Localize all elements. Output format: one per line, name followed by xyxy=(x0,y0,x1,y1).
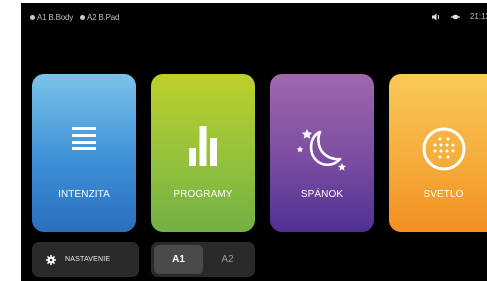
link-icon xyxy=(450,14,460,20)
bar-chart-icon xyxy=(151,126,255,166)
speaker-icon[interactable] xyxy=(431,13,441,21)
gear-icon xyxy=(46,254,56,265)
connected-dot-icon xyxy=(80,15,86,20)
settings-label: NASTAVENIE xyxy=(65,256,111,263)
tile-svetlo[interactable]: SVETLO xyxy=(389,74,487,232)
selector-option-a2[interactable]: A2 xyxy=(203,245,252,274)
tile-label: SPÁNOK xyxy=(300,189,344,200)
device-indicator-a1[interactable]: A1 B.Body xyxy=(30,13,73,22)
tile-label: PROGRAMY xyxy=(173,189,233,200)
list-lines-icon xyxy=(32,126,136,150)
settings-button[interactable]: NASTAVENIE xyxy=(32,242,139,277)
tile-label: SVETLO xyxy=(423,189,464,200)
moon-stars-icon xyxy=(270,126,374,174)
clock-time: 21:13 xyxy=(469,12,487,21)
device-label: A1 B.Body xyxy=(37,13,74,22)
light-dots-icon xyxy=(389,126,487,172)
selector-option-a1[interactable]: A1 xyxy=(154,245,203,274)
device-label: A2 B.Pad xyxy=(87,13,120,22)
app-screen: A1 B.Body A2 B.Pad 21:13 xyxy=(21,3,487,281)
status-icons: 21:13 xyxy=(431,12,487,21)
tile-label: INTENZITA xyxy=(58,189,110,200)
tile-intenzita[interactable]: INTENZITA xyxy=(32,74,136,232)
tile-programy[interactable]: PROGRAMY xyxy=(151,74,255,232)
connected-dot-icon xyxy=(30,15,35,20)
device-list: A1 B.Body A2 B.Pad xyxy=(30,13,126,22)
tile-spanok[interactable]: SPÁNOK xyxy=(270,74,374,232)
device-selector: A1 A2 xyxy=(151,242,255,277)
device-indicator-a2[interactable]: A2 B.Pad xyxy=(80,13,119,22)
status-bar: A1 B.Body A2 B.Pad 21:13 xyxy=(21,3,487,35)
